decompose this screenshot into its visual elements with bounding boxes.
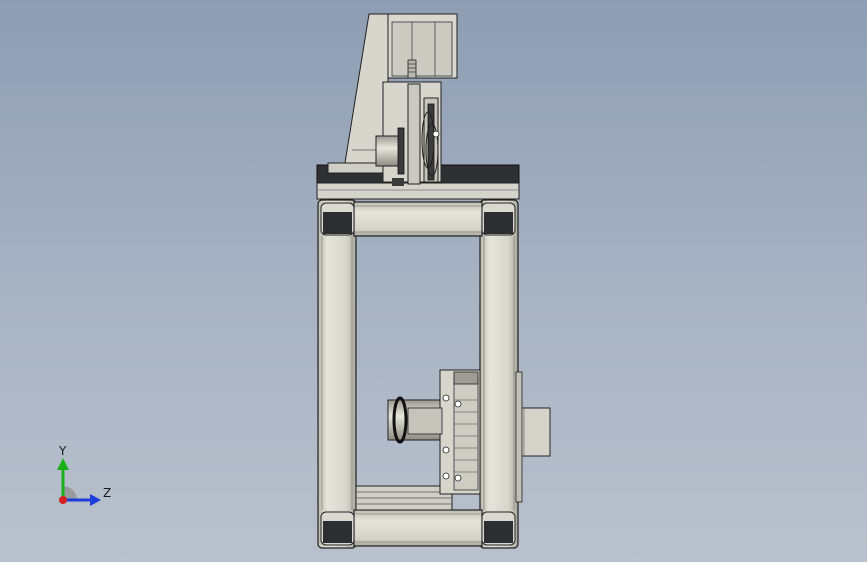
bottom-rail: [355, 485, 453, 511]
pulley-assembly: [375, 81, 442, 186]
frame-top-beam: [353, 201, 483, 237]
model-viewport[interactable]: Y Z: [0, 0, 867, 562]
z-axis-arrow: [90, 494, 101, 506]
y-axis-label: Y: [58, 444, 67, 458]
y-axis-arrow: [57, 458, 69, 470]
axis-triad: Y Z: [57, 444, 111, 506]
lower-carriage: [387, 369, 551, 503]
frame-right-post: [479, 199, 519, 549]
top-motor: [387, 13, 458, 79]
z-axis-label: Z: [103, 486, 111, 500]
frame-left-post: [317, 199, 357, 549]
frame-bottom-beam: [353, 509, 483, 547]
origin-marker: [59, 496, 67, 504]
